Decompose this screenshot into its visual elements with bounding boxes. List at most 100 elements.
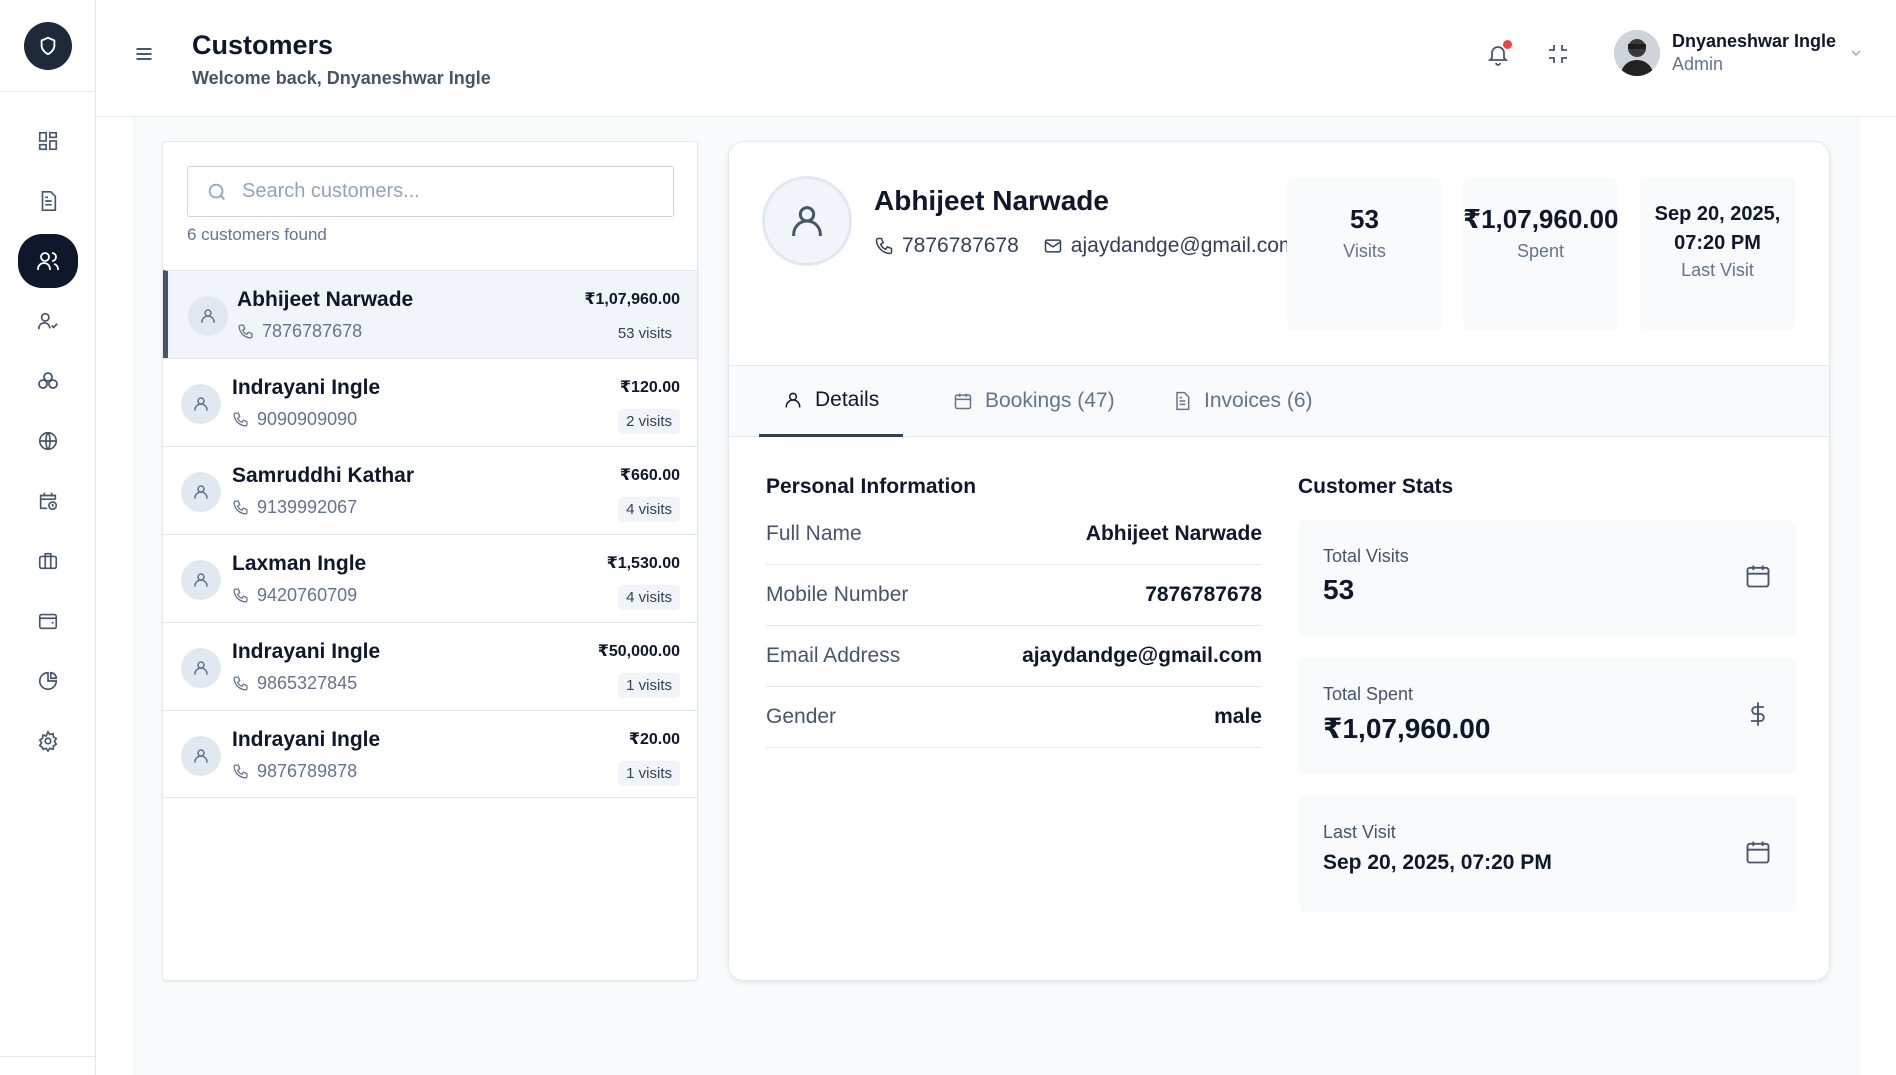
- briefcase-icon: [38, 552, 57, 570]
- customer-amount: ₹660.00: [619, 467, 680, 484]
- user-icon: [194, 661, 208, 675]
- user-icon: [785, 392, 801, 408]
- shield-logo-icon[interactable]: [23, 21, 72, 70]
- settings-icon: [38, 730, 57, 752]
- page-title: Customers: [192, 30, 334, 60]
- stat-visits-value: 53: [1350, 204, 1379, 234]
- welcome-subtitle: Welcome back, Dnyaneshwar Ingle: [192, 68, 491, 88]
- exit-fullscreen-button[interactable]: [1546, 42, 1570, 66]
- sidebar: [0, 0, 96, 1075]
- total-visits-card: Total Visits 53: [1298, 520, 1796, 636]
- notifications-button[interactable]: [1486, 40, 1512, 66]
- last-visit-card: Last Visit Sep 20, 2025, 07:20 PM: [1298, 796, 1796, 912]
- last-visit-value: Sep 20, 2025, 07:20 PM: [1323, 851, 1552, 874]
- sidebar-item-website[interactable]: [18, 414, 78, 468]
- total-visits-label: Total Visits: [1323, 546, 1409, 566]
- customer-phone: 9090909090: [232, 409, 357, 430]
- user-icon: [792, 206, 822, 236]
- detail-tabs: Details Bookings (47) Invoices (6): [729, 365, 1829, 437]
- sidebar-item-appointments[interactable]: [18, 474, 78, 528]
- phone-icon: [233, 412, 248, 427]
- dashboard-icon: [38, 131, 57, 151]
- user-check-icon: [37, 312, 58, 330]
- stat-spent-label: Spent: [1516, 241, 1565, 261]
- globe-icon: [38, 431, 57, 451]
- customer-row[interactable]: Laxman Ingle 9420760709 ₹1,530.00 4 visi…: [163, 534, 697, 622]
- stat-last-visit: Sep 20, 2025, 07:20 PM Last Visit: [1640, 178, 1795, 330]
- sidebar-item-inventory[interactable]: [18, 534, 78, 588]
- document-icon: [41, 191, 56, 211]
- customer-name: Samruddhi Kathar: [232, 464, 415, 487]
- sidebar-item-reports[interactable]: [18, 654, 78, 708]
- user-name: Dnyaneshwar Ingle: [1672, 31, 1837, 51]
- customer-phone: 9139992067: [232, 497, 357, 518]
- customer-phone: 9876789878: [232, 761, 357, 782]
- sidebar-item-dashboard[interactable]: [18, 114, 78, 168]
- personal-info-title: Personal Information: [766, 475, 977, 498]
- invoice-icon: [1176, 391, 1190, 411]
- stat-spent-value: ₹1,07,960.00: [1463, 204, 1619, 234]
- calendar-clock-icon: [39, 492, 57, 511]
- customer-amount: ₹1,530.00: [606, 555, 680, 572]
- wallet-icon: [38, 613, 57, 630]
- customer-detail-name: Abhijeet Narwade: [874, 185, 1109, 216]
- search-box[interactable]: [187, 166, 674, 217]
- customer-visits-badge: 4 visits: [618, 585, 680, 610]
- chevron-down-icon: [1848, 45, 1864, 61]
- customer-phone: 9865327845: [232, 673, 357, 694]
- tab-bookings[interactable]: Bookings (47): [929, 366, 1139, 436]
- hamburger-menu-icon: [136, 48, 152, 60]
- stat-visits-label: Visits: [1343, 241, 1386, 261]
- customer-avatar: [188, 296, 228, 336]
- user-menu[interactable]: Dnyaneshwar Ingle Admin: [1614, 30, 1864, 76]
- customer-list-panel: 6 customers found Abhijeet Narwade 78767…: [162, 141, 698, 981]
- stat-last-visit-value: Sep 20, 2025, 07:20 PM: [1654, 203, 1781, 254]
- sidebar-item-staff[interactable]: [18, 294, 78, 348]
- customer-detail-panel: Abhijeet Narwade 7876787678 ajaydandge@g…: [728, 141, 1830, 981]
- customer-avatar: [181, 560, 221, 600]
- tab-invoices[interactable]: Invoices (6): [1148, 366, 1337, 436]
- user-icon: [194, 397, 208, 411]
- services-icon: [37, 372, 58, 389]
- minimize-icon: [1549, 45, 1567, 63]
- sidebar-item-services[interactable]: [18, 354, 78, 408]
- last-visit-label: Last Visit: [1323, 822, 1396, 842]
- customer-row[interactable]: Samruddhi Kathar 9139992067 ₹660.00 4 vi…: [163, 446, 697, 534]
- pie-chart-icon: [38, 671, 57, 691]
- customer-row[interactable]: Abhijeet Narwade 7876787678 ₹1,07,960.00…: [163, 270, 697, 358]
- sidebar-item-customers[interactable]: [17, 234, 78, 288]
- info-row-gender: Gender male: [766, 687, 1262, 748]
- phone-icon: [233, 588, 248, 603]
- customer-contact: 7876787678 ajaydandge@gmail.com: [874, 234, 1296, 258]
- phone-icon: [233, 500, 248, 515]
- stat-last-visit-label: Last Visit: [1681, 260, 1754, 280]
- customer-detail-email: ajaydandge@gmail.com: [1043, 234, 1296, 258]
- user-icon: [194, 485, 208, 499]
- phone-icon: [875, 237, 893, 255]
- customer-visits-badge: 53 visits: [617, 325, 672, 342]
- sidebar-item-settings[interactable]: [18, 714, 78, 768]
- customer-avatar: [181, 384, 221, 424]
- stat-visits: 53 Visits: [1287, 178, 1442, 330]
- customer-visits-badge: 2 visits: [618, 409, 680, 434]
- notification-dot: [1503, 40, 1512, 49]
- phone-icon: [238, 324, 253, 339]
- customer-amount: ₹20.00: [628, 731, 680, 748]
- results-count: 6 customers found: [187, 225, 327, 244]
- customer-name: Abhijeet Narwade: [237, 288, 414, 311]
- user-role: Admin: [1672, 54, 1724, 74]
- sidebar-item-documents[interactable]: [18, 174, 78, 228]
- customer-row[interactable]: Indrayani Ingle 9865327845 ₹50,000.00 1 …: [163, 622, 697, 710]
- tab-details[interactable]: Details: [759, 366, 904, 437]
- sidebar-nav: [0, 92, 95, 774]
- customer-row[interactable]: Indrayani Ingle 9090909090 ₹120.00 2 vis…: [163, 358, 697, 446]
- customer-amount: ₹120.00: [619, 379, 680, 396]
- sidebar-item-wallet[interactable]: [18, 594, 78, 648]
- search-input[interactable]: [242, 180, 662, 203]
- customer-row[interactable]: Indrayani Ingle 9876789878 ₹20.00 1 visi…: [163, 710, 697, 798]
- customer-avatar: [181, 648, 221, 688]
- users-icon: [36, 252, 59, 270]
- menu-toggle-button[interactable]: [134, 44, 154, 64]
- customer-amount: ₹1,07,960.00: [584, 291, 680, 308]
- user-icon: [194, 573, 208, 587]
